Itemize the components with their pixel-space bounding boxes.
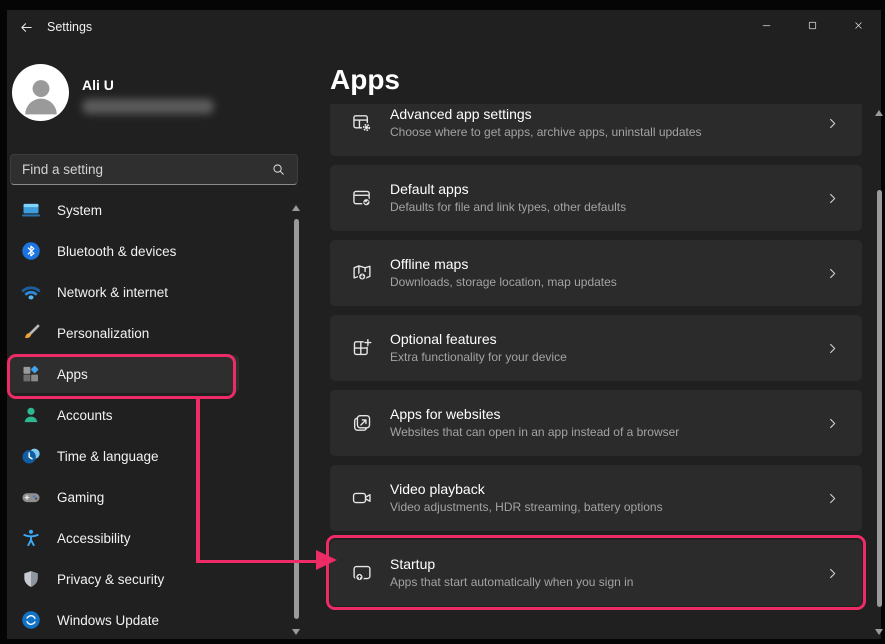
apps-for-websites-icon bbox=[351, 412, 373, 434]
sidebar-item-system[interactable]: System bbox=[9, 198, 287, 229]
user-name: Ali U bbox=[82, 77, 114, 93]
chevron-right-icon bbox=[825, 266, 840, 281]
row-subtitle: Apps that start automatically when you s… bbox=[390, 575, 634, 589]
scroll-down-arrow[interactable] bbox=[292, 629, 300, 635]
row-subtitle: Extra functionality for your device bbox=[390, 350, 567, 364]
sidebar-item-accounts[interactable]: Accounts bbox=[9, 396, 287, 434]
sidebar-item-accessibility[interactable]: Accessibility bbox=[9, 519, 287, 557]
settings-row-default-apps[interactable]: Default apps Defaults for file and link t… bbox=[330, 165, 862, 231]
sidebar-nav: System Bluetooth & devices Network & inter… bbox=[9, 198, 287, 639]
row-title: Apps for websites bbox=[390, 406, 501, 422]
video-playback-icon bbox=[351, 487, 373, 509]
system-icon bbox=[21, 200, 41, 220]
sidebar-item-label: Privacy & security bbox=[57, 571, 165, 587]
sidebar-item-network-internet[interactable]: Network & internet bbox=[9, 273, 287, 311]
sidebar-item-gaming[interactable]: Gaming bbox=[9, 478, 287, 516]
optional-features-icon bbox=[351, 337, 373, 359]
sidebar-item-personalization[interactable]: Personalization bbox=[9, 314, 287, 352]
scroll-up-arrow[interactable] bbox=[875, 110, 883, 116]
sidebar-item-label: Time & language bbox=[57, 448, 159, 464]
row-subtitle: Websites that can open in an app instead… bbox=[390, 425, 680, 439]
main-scrollbar[interactable] bbox=[874, 108, 884, 637]
row-subtitle: Choose where to get apps, archive apps, … bbox=[390, 125, 702, 139]
row-title: Video playback bbox=[390, 481, 485, 497]
sidebar-item-label: Personalization bbox=[57, 325, 150, 341]
accounts-icon bbox=[21, 405, 41, 425]
back-button[interactable] bbox=[11, 14, 41, 41]
default-apps-icon bbox=[351, 187, 373, 209]
sidebar-item-bluetooth-devices[interactable]: Bluetooth & devices bbox=[9, 232, 287, 270]
settings-rows: Advanced app settings Choose where to get… bbox=[330, 104, 862, 639]
offline-maps-icon bbox=[351, 262, 373, 284]
sidebar-item-label: Accessibility bbox=[57, 530, 131, 546]
minimize-icon bbox=[762, 25, 770, 27]
sidebar-item-label: System bbox=[57, 202, 103, 218]
chevron-right-icon bbox=[825, 566, 840, 581]
sidebar-item-label: Bluetooth & devices bbox=[57, 243, 177, 259]
sidebar-item-apps[interactable]: Apps bbox=[9, 355, 287, 393]
row-subtitle: Downloads, storage location, map updates bbox=[390, 275, 617, 289]
sidebar-item-label: Gaming bbox=[57, 489, 105, 505]
search-icon bbox=[273, 164, 284, 175]
settings-window: Settings Ali U System Bluetooth & devices… bbox=[7, 10, 884, 639]
person-silhouette-icon bbox=[24, 79, 57, 114]
bluetooth-icon bbox=[21, 241, 41, 261]
close-icon bbox=[854, 22, 862, 29]
row-title: Optional features bbox=[390, 331, 497, 347]
chevron-right-icon bbox=[825, 191, 840, 206]
settings-row-offline-maps[interactable]: Offline maps Downloads, storage location,… bbox=[330, 240, 862, 306]
row-title: Advanced app settings bbox=[390, 106, 532, 122]
maximize-icon bbox=[808, 21, 816, 30]
settings-row-video-playback[interactable]: Video playback Video adjustments, HDR str… bbox=[330, 465, 862, 531]
startup-icon bbox=[351, 562, 373, 584]
back-arrow-icon bbox=[20, 23, 32, 32]
scroll-down-arrow[interactable] bbox=[875, 629, 883, 635]
personalization-icon bbox=[21, 323, 41, 343]
sidebar-item-label: Accounts bbox=[57, 407, 113, 423]
sidebar-item-label: Apps bbox=[57, 366, 88, 382]
scroll-up-arrow[interactable] bbox=[292, 205, 300, 211]
settings-row-optional-features[interactable]: Optional features Extra functionality for… bbox=[330, 315, 862, 381]
sidebar-item-windows-update[interactable]: Windows Update bbox=[9, 601, 287, 639]
main-scrollbar-thumb[interactable] bbox=[876, 190, 882, 607]
gaming-icon bbox=[21, 487, 41, 507]
accessibility-icon bbox=[21, 528, 41, 548]
row-title: Offline maps bbox=[390, 256, 469, 272]
user-email-redacted bbox=[82, 99, 214, 114]
avatar bbox=[12, 64, 69, 121]
advanced-app-settings-icon bbox=[351, 112, 373, 134]
chevron-right-icon bbox=[825, 341, 840, 356]
row-subtitle: Defaults for file and link types, other … bbox=[390, 200, 627, 214]
sidebar-scrollbar-thumb[interactable] bbox=[293, 219, 299, 619]
row-title: Startup bbox=[390, 556, 436, 572]
maximize-button[interactable] bbox=[789, 10, 835, 41]
settings-row-advanced-app-settings[interactable]: Advanced app settings Choose where to get… bbox=[330, 104, 862, 156]
window-title: Settings bbox=[47, 20, 93, 34]
close-button[interactable] bbox=[835, 10, 881, 41]
settings-row-apps-for-websites[interactable]: Apps for websites Websites that can open … bbox=[330, 390, 862, 456]
sidebar-item-label: Windows Update bbox=[57, 612, 160, 628]
privacy-security-icon bbox=[21, 569, 41, 589]
page-title: Apps bbox=[330, 64, 400, 95]
chevron-right-icon bbox=[825, 416, 840, 431]
search-box[interactable] bbox=[10, 154, 298, 185]
apps-icon bbox=[21, 364, 41, 384]
sidebar-scrollbar[interactable] bbox=[291, 203, 301, 637]
minimize-button[interactable] bbox=[743, 10, 789, 41]
sidebar-item-label: Network & internet bbox=[57, 284, 169, 300]
row-title: Default apps bbox=[390, 181, 469, 197]
sidebar-item-time-language[interactable]: Time & language bbox=[9, 437, 287, 475]
windows-update-icon bbox=[21, 610, 41, 630]
search-input[interactable] bbox=[11, 162, 271, 177]
chevron-right-icon bbox=[825, 491, 840, 506]
settings-row-startup[interactable]: Startup Apps that start automatically whe… bbox=[330, 540, 862, 606]
row-subtitle: Video adjustments, HDR streaming, batter… bbox=[390, 500, 663, 514]
sidebar-item-privacy-security[interactable]: Privacy & security bbox=[9, 560, 287, 598]
time-language-icon bbox=[21, 446, 41, 466]
network-icon bbox=[21, 282, 41, 302]
titlebar: Settings bbox=[7, 10, 881, 44]
chevron-right-icon bbox=[825, 116, 840, 131]
